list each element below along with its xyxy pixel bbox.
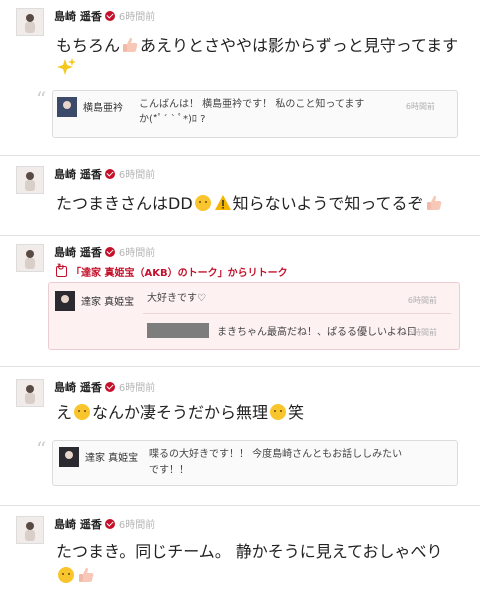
author-name[interactable]: 島崎 遥香 6時間前 — [54, 381, 155, 396]
post-text: えなんか凄そうだから無理笑 — [56, 400, 466, 425]
quoted-time: 6時間前 — [407, 296, 437, 305]
post-text-a: え — [56, 403, 73, 422]
quoted-time: 6時間前 — [405, 102, 435, 111]
author-name[interactable]: 島崎 遥香 6時間前 — [54, 246, 155, 261]
yellow-face-icon — [270, 404, 287, 420]
verified-icon — [104, 382, 115, 392]
yellow-face-icon — [58, 567, 74, 583]
avatar[interactable] — [16, 8, 44, 36]
verified-icon — [104, 247, 115, 257]
retalk-icon — [56, 263, 67, 277]
quote-icon: “ — [36, 437, 47, 461]
author-name-text: 島崎 遥香 — [54, 246, 102, 259]
author-name-text: 島崎 遥香 — [54, 381, 102, 394]
post-text-a: もちろん — [56, 36, 121, 55]
post: 島崎 遥香 6時間前 たつまきさんはDD 知らないようで知ってるぞ — [0, 156, 480, 236]
retalk-source[interactable]: 「達家 真姫宝（AKB）のトーク」からリトーク — [56, 263, 288, 279]
verified-icon — [104, 169, 115, 179]
talk-feed: 島崎 遥香 6時間前 もちろん あえりとさややは影からずっと見守ってます “ 横島亜… — [0, 0, 480, 598]
author-name[interactable]: 島崎 遥香 6時間前 — [54, 168, 155, 183]
post-time: 6時間前 — [118, 383, 156, 394]
quoted-text: こんばんは！ 横島亜衿です！ 私のこと知ってますか(*ﾟ´ ` ﾟ*)ﾛ ? — [139, 99, 365, 125]
author-name-text: 島崎 遥香 — [54, 518, 102, 531]
author-name-text: 島崎 遥香 — [54, 168, 102, 181]
post-time: 6時間前 — [118, 12, 156, 23]
verified-icon — [104, 11, 115, 21]
author-name-text: 島崎 遥香 — [54, 10, 102, 23]
post-text: もちろん あえりとさややは影からずっと見守ってます — [56, 33, 466, 58]
avatar — [57, 97, 77, 117]
author-name[interactable]: 島崎 遥香 6時間前 — [54, 10, 155, 25]
quoted-text: 大好きです♡ — [147, 293, 206, 304]
post-text-c: 笑 — [288, 403, 305, 422]
thumbs-up-icon — [79, 567, 94, 582]
quoted-talk-card[interactable]: 横島亜衿 こんばんは！ 横島亜衿です！ 私のこと知ってますか(*ﾟ´ ` ﾟ*)… — [52, 90, 458, 138]
reply-text: まきちゃん最高だね！、ぱるる優しいよね口 — [147, 323, 417, 340]
post-time: 6時間前 — [118, 170, 156, 181]
post-time: 6時間前 — [118, 520, 156, 531]
quoted-talk-card[interactable]: 達家 真姫宝 大好きです♡ 6時間前 まきちゃん最高だね！、ぱるる優しいよね口 … — [48, 282, 460, 350]
thumbs-up-icon — [426, 195, 441, 210]
post: 島崎 遥香 6時間前 たつまき。同じチーム。 静かそうに見えておしゃべり — [0, 506, 480, 598]
divider — [143, 313, 451, 314]
post-text-b: なんか凄そうだから無理 — [92, 403, 269, 422]
quoted-talk-card[interactable]: 達家 真姫宝 喋るの大好きです！！ 今度島崎さんともお話ししみたい です！！ — [52, 440, 458, 486]
author-name[interactable]: 島崎 遥香 6時間前 — [54, 518, 155, 533]
post-text: たつまき。同じチーム。 静かそうに見えておしゃべり — [56, 539, 466, 564]
yellow-face-icon — [74, 404, 91, 420]
sparkles-icon — [57, 58, 76, 75]
yellow-face-icon — [194, 195, 211, 211]
quoted-author[interactable]: 達家 真姫宝 — [81, 293, 134, 308]
redacted-block — [147, 323, 209, 338]
post-text: たつまきさんはDD 知らないようで知ってるぞ — [56, 191, 466, 216]
reply-text-content: まきちゃん最高だね！、ぱるる優しいよね口 — [217, 327, 417, 338]
reply-time: 6時間前 — [407, 328, 437, 337]
avatar[interactable] — [16, 516, 44, 544]
post-text-a: たつまき。同じチーム。 静かそうに見えておしゃべり — [56, 542, 443, 561]
emoji-row — [56, 566, 96, 585]
avatar — [59, 447, 79, 467]
avatar[interactable] — [16, 244, 44, 272]
post-time: 6時間前 — [118, 248, 156, 259]
post-text-a: たつまきさんはDD — [56, 194, 193, 213]
post: 島崎 遥香 6時間前 もちろん あえりとさややは影からずっと見守ってます “ 横島亜… — [0, 0, 480, 155]
avatar[interactable] — [16, 166, 44, 194]
post: 島崎 遥香 6時間前 「達家 真姫宝（AKB）のトーク」からリトーク 達家 真姫宝… — [0, 236, 480, 366]
quoted-text-line1: 喋るの大好きです！！ 今度島崎さんともお話ししみたい — [149, 449, 403, 460]
post: 島崎 遥香 6時間前 えなんか凄そうだから無理笑 “ 達家 真姫宝 喋るの大好きで… — [0, 367, 480, 505]
quoted-author[interactable]: 達家 真姫宝 — [85, 449, 138, 464]
retalk-source-text: 「達家 真姫宝（AKB）のトーク」からリトーク — [71, 268, 288, 279]
post-text-b: 知らないようで知ってるぞ — [232, 194, 424, 213]
warning-icon — [214, 195, 231, 210]
verified-icon — [104, 519, 115, 529]
quote-icon: “ — [36, 87, 47, 111]
quoted-text-line2: です！！ — [149, 465, 189, 476]
quoted-author[interactable]: 横島亜衿 — [83, 99, 123, 114]
thumbs-up-icon — [123, 37, 138, 52]
avatar[interactable] — [16, 379, 44, 407]
post-text-b: あえりとさややは影からずっと見守ってます — [140, 36, 459, 55]
avatar — [55, 291, 75, 311]
